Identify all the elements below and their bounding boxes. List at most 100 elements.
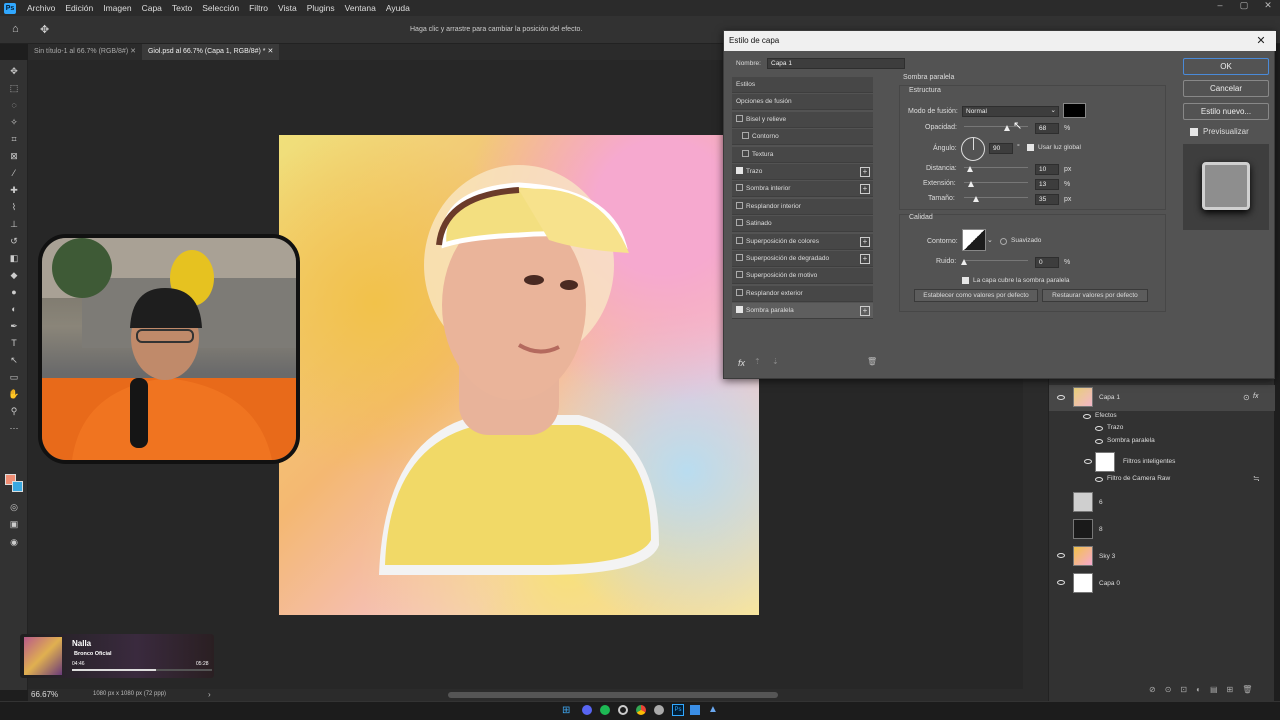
style-checkbox[interactable] [736,167,743,174]
style-item[interactable]: Superposición de colores + [732,233,873,250]
antialias-checkbox[interactable] [1000,238,1007,245]
menu-ventana[interactable]: Ventana [340,3,381,13]
close-icon[interactable]: ✕ [1254,34,1268,48]
reset-default-button[interactable]: Restaurar valores por defecto [1042,289,1148,302]
smart-filters-row[interactable]: Filtros inteligentes [1049,451,1275,473]
menu-imagen[interactable]: Imagen [98,3,136,13]
windows-start-icon[interactable]: ⊞ [562,705,570,716]
clock-app-icon[interactable] [618,705,628,715]
style-checkbox[interactable] [736,271,743,279]
style-checkbox[interactable] [742,132,749,140]
contour-picker[interactable] [962,229,986,251]
menu-archivo[interactable]: Archivo [22,3,60,13]
app-icon[interactable] [654,705,664,715]
layer-row-sky-3[interactable]: Sky 3 [1049,544,1275,568]
path-select-icon[interactable]: ↖ [8,354,20,366]
spotify-icon[interactable] [600,705,610,715]
visibility-eye-icon[interactable] [1095,439,1103,444]
blend-mode-select[interactable]: Normal ⌄ [962,106,1059,117]
menu-vista[interactable]: Vista [273,3,302,13]
style-checkbox[interactable] [736,219,743,227]
effect-row-sombra[interactable]: Sombra paralela [1049,436,1275,448]
style-item[interactable]: Sombra paralela + [732,303,873,320]
noise-slider-thumb[interactable] [961,259,967,265]
style-checkbox[interactable] [742,149,749,157]
style-item[interactable]: Opciones de fusión [732,94,873,111]
close-tab-icon[interactable]: ✕ [267,48,273,55]
discord-icon[interactable] [582,705,592,715]
opacity-slider-thumb[interactable] [1004,125,1010,131]
move-down-icon[interactable]: ⇣ [772,357,779,366]
global-light-checkbox[interactable] [1027,144,1034,151]
style-checkbox[interactable] [736,114,743,122]
style-item[interactable]: Resplandor interior [732,198,873,215]
dodge-icon[interactable]: ◐ [8,303,20,315]
fx-icon[interactable]: fx [738,358,745,368]
menu-ayuda[interactable]: Ayuda [381,3,415,13]
make-default-button[interactable]: Establecer como valores por defecto [914,289,1038,302]
spread-field[interactable]: 13 [1035,179,1059,190]
add-effect-icon[interactable]: + [860,167,870,177]
zoom-level[interactable]: 66.67% [31,690,58,699]
layer-row-capa-0[interactable]: Capa 0 [1049,571,1275,595]
visibility-eye-icon[interactable] [1057,580,1065,585]
eraser-icon[interactable]: ◧ [8,252,20,264]
style-item[interactable]: Trazo + [732,164,873,180]
photoshop-taskbar-icon[interactable]: Ps [672,704,684,716]
layer-row-capa-1[interactable]: Capa 1 ⊙ fx [1049,385,1275,411]
effect-row-trazo[interactable]: Trazo [1049,423,1275,435]
tab-giol[interactable]: Giol.psd al 66.7% (Capa 1, RGB/8#) * ✕ [141,44,280,60]
spread-slider-thumb[interactable] [968,181,974,187]
preview-checkbox[interactable] [1190,128,1198,136]
contour-chevron-icon[interactable]: ⌄ [987,236,993,244]
frame-icon[interactable]: ⊠ [8,150,20,162]
move-up-icon[interactable]: ⇡ [754,357,761,366]
background-color[interactable] [12,481,23,492]
minimize-icon[interactable]: – [1208,0,1232,14]
menu-filtro[interactable]: Filtro [244,3,273,13]
name-field[interactable]: Capa 1 [767,58,905,69]
maximize-icon[interactable]: ▢ [1232,0,1256,14]
magic-wand-icon[interactable]: ✧ [8,116,20,128]
tab-sin-titulo[interactable]: Sin título-1 al 66.7% (RGB/8#) ✕ [28,44,142,60]
style-item[interactable]: Superposición de degradado + [732,251,873,267]
shadow-color-swatch[interactable] [1063,103,1086,118]
visibility-eye-icon[interactable] [1084,459,1092,464]
home-icon[interactable]: ⌂ [12,23,19,35]
style-item[interactable]: Contorno [732,129,873,146]
new-style-button[interactable]: Estilo nuevo... [1183,103,1269,120]
style-checkbox[interactable] [736,201,743,209]
add-effect-icon[interactable]: + [860,254,870,264]
menu-plugins[interactable]: Plugins [302,3,340,13]
style-item[interactable]: Sombra interior + [732,181,873,198]
style-checkbox[interactable] [736,184,743,192]
pen-icon[interactable]: ✒ [8,320,20,332]
hand-icon[interactable]: ✋ [8,388,20,400]
menu-edicion[interactable]: Edición [60,3,98,13]
menu-texto[interactable]: Texto [167,3,197,13]
close-tab-icon[interactable]: ✕ [130,48,136,55]
rectangle-icon[interactable]: ▭ [8,371,20,383]
size-field[interactable]: 35 [1035,194,1059,205]
track-progress-bar[interactable] [72,669,212,671]
layers-footer-icons[interactable]: ⊘⊙⊡◐▤⊞🗑 [1149,685,1261,694]
camera-raw-filter-row[interactable]: Filtro de Camera Raw ≒ [1049,474,1275,486]
layer-row-6[interactable]: 6 [1049,490,1275,514]
crop-icon[interactable]: ⌗ [8,133,20,145]
style-item[interactable]: Resplandor exterior [732,285,873,302]
distance-field[interactable]: 10 [1035,164,1059,175]
move-icon[interactable]: ✥ [8,65,20,77]
noise-slider[interactable] [964,260,1028,261]
style-checkbox[interactable] [736,236,743,244]
close-window-icon[interactable]: ✕ [1256,0,1280,14]
menu-capa[interactable]: Capa [137,3,167,13]
camera-icon[interactable]: ◉ [8,536,20,548]
zoom-icon[interactable]: ⚲ [8,405,20,417]
move-tool-icon[interactable]: ✥ [40,23,49,36]
chrome-icon[interactable] [636,705,646,715]
add-effect-icon[interactable]: + [860,184,870,195]
healing-icon[interactable]: ✚ [8,184,20,196]
stamp-icon[interactable]: ⊥ [8,218,20,230]
screen-mode-icon[interactable]: ▣ [8,518,20,530]
size-slider-thumb[interactable] [973,196,979,202]
